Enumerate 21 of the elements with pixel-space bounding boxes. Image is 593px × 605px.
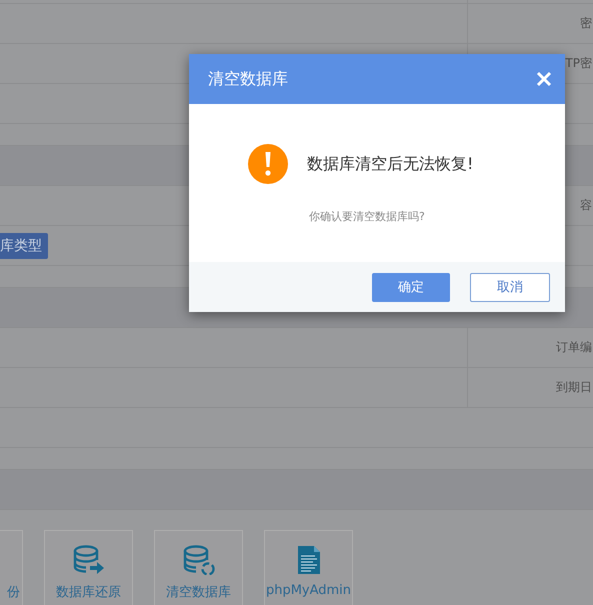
field-label: 密	[580, 15, 592, 32]
cancel-button[interactable]: 取消	[470, 272, 550, 302]
tool-tile[interactable]: phpMyAdmin	[264, 530, 353, 605]
field-label: TP密	[565, 55, 592, 72]
database-type-button[interactable]: 库类型	[0, 232, 48, 258]
tool-tile[interactable]: 数据库还原	[44, 530, 133, 605]
dialog-title: 清空数据库	[208, 68, 288, 90]
tool-tile[interactable]: 清空数据库	[154, 530, 243, 605]
field-label: 容	[580, 197, 592, 214]
warning-icon	[248, 144, 288, 184]
field-label: 订单编	[556, 339, 592, 356]
tool-tile[interactable]: 份	[0, 530, 23, 605]
confirm-question: 你确认要清空数据库吗?	[309, 209, 425, 224]
field-label: 到期日	[556, 379, 592, 396]
database-recycle-icon	[182, 545, 214, 575]
php-file-icon	[296, 545, 320, 575]
close-icon	[536, 71, 552, 87]
confirm-button[interactable]: 确定	[372, 272, 450, 302]
dialog-message: 数据库清空后无法恢复!	[307, 154, 474, 174]
close-button[interactable]	[536, 71, 552, 87]
database-restore-icon	[72, 545, 104, 575]
